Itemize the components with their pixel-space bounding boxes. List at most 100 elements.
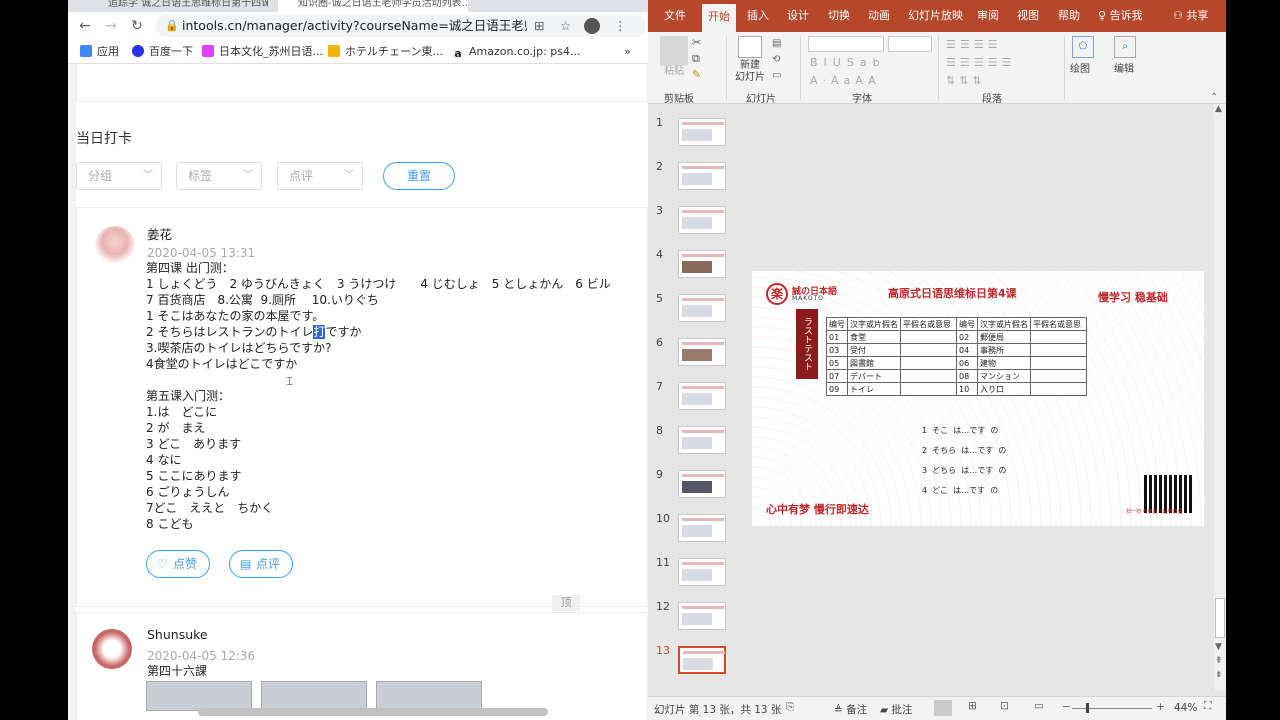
slide-thumbnail[interactable] bbox=[678, 162, 726, 190]
comments-button[interactable]: ▰ 批注 bbox=[880, 702, 912, 717]
back-to-top-button[interactable]: 顶 bbox=[552, 595, 580, 611]
direction-buttons[interactable]: ⇅⇅⇅ bbox=[946, 74, 986, 87]
new-slide-button[interactable]: 新建 幻灯片 bbox=[730, 60, 770, 84]
zoom-slider-thumb[interactable] bbox=[1086, 703, 1089, 713]
slide-sorter-icon[interactable]: ⊞ bbox=[968, 700, 977, 712]
browser-window: 追踪学 诚之日语王思维标日第十四课... 知识圈-诚之日语王老师学员活动列表..… bbox=[68, 0, 648, 720]
slide-thumbnail[interactable] bbox=[678, 382, 726, 410]
back-icon[interactable]: ← bbox=[76, 17, 94, 35]
slide-thumbnail[interactable] bbox=[678, 558, 726, 586]
collapse-ribbon-icon[interactable]: ⌃ bbox=[1210, 92, 1218, 103]
drawing-shapes-icon[interactable]: ⬠ bbox=[1072, 36, 1094, 58]
slide-thumbnail[interactable] bbox=[678, 294, 726, 322]
normal-view-icon[interactable] bbox=[934, 700, 952, 716]
slide-thumbnail[interactable] bbox=[678, 338, 726, 366]
bookmark-japanese-culture[interactable]: 日本文化_苏州日语... bbox=[202, 44, 323, 60]
slide-thumbnail[interactable] bbox=[678, 118, 726, 146]
editing-button[interactable]: 编辑 bbox=[1114, 60, 1134, 75]
slide-thumbnail[interactable] bbox=[678, 470, 726, 498]
bookmark-apps[interactable]: 应用 bbox=[80, 44, 119, 60]
group-divider bbox=[800, 36, 801, 100]
font-size-dropdown[interactable] bbox=[888, 36, 932, 52]
heart-icon: ♡ bbox=[157, 557, 168, 571]
tab-animations[interactable]: 动画 bbox=[868, 0, 890, 32]
previous-slide-icon[interactable]: ⇞ bbox=[1215, 656, 1223, 666]
tell-me-search[interactable]: ♀ 告诉我 bbox=[1098, 0, 1143, 32]
vertical-scrollbar[interactable]: ▲ ▼ ⇞ ⇟ bbox=[1214, 104, 1226, 690]
browser-tab-1[interactable]: 追踪学 诚之日语王思维标日第十四课... bbox=[88, 0, 268, 12]
bookmark-baidu[interactable]: 百度一下 bbox=[132, 44, 193, 60]
scrollbar-thumb[interactable] bbox=[1215, 598, 1225, 638]
layout-icon[interactable]: ▤ bbox=[772, 38, 781, 49]
current-slide[interactable]: 楽 誠の日本語 MAKOTO 高原式日语思维标日第4课 慢学习 稳基础 ラストテ… bbox=[752, 271, 1204, 526]
reload-icon[interactable]: ↻ bbox=[128, 17, 146, 35]
user-name[interactable]: 姜花 bbox=[147, 224, 172, 243]
scroll-up-icon[interactable]: ▲ bbox=[1215, 104, 1222, 114]
address-bar[interactable]: 🔒 intools.cn/manager/activity?courseName… bbox=[156, 15, 646, 37]
comment-button[interactable]: ▤ 点评 bbox=[229, 550, 293, 578]
copy-icon[interactable]: ⧉ bbox=[692, 52, 700, 66]
home-ribbon: 粘贴 ✂ ⧉ ✎ 剪贴板 新建 幻灯片 ▤ ⟲ ▭ 幻灯片 BIUSab A·A… bbox=[648, 32, 1226, 105]
font-family-dropdown[interactable] bbox=[808, 36, 884, 52]
star-icon[interactable]: ☆ bbox=[560, 15, 571, 37]
section-icon[interactable]: ▭ bbox=[772, 70, 781, 81]
group-select[interactable]: 分组 ﹀ bbox=[76, 162, 162, 190]
slide-thumbnail[interactable] bbox=[678, 514, 726, 542]
tab-slideshow[interactable]: 幻灯片放映 bbox=[908, 0, 963, 32]
post-image[interactable] bbox=[261, 681, 367, 711]
post-image[interactable] bbox=[376, 681, 482, 711]
fit-to-window-icon[interactable]: ⛶ bbox=[1204, 700, 1211, 713]
slide-thumbnail[interactable] bbox=[678, 602, 726, 630]
tab-help[interactable]: 帮助 bbox=[1058, 0, 1080, 32]
zoom-slider-track[interactable] bbox=[1072, 708, 1152, 709]
tab-review[interactable]: 审阅 bbox=[977, 0, 999, 32]
next-slide-icon[interactable]: ⇟ bbox=[1215, 670, 1223, 680]
tab-transitions[interactable]: 切换 bbox=[828, 0, 850, 32]
drawing-button[interactable]: 绘图 bbox=[1070, 60, 1090, 75]
cut-icon[interactable]: ✂ bbox=[692, 36, 701, 49]
tag-select[interactable]: 标签 ﹀ bbox=[176, 162, 262, 190]
share-button[interactable]: ⚇ 共享 bbox=[1173, 0, 1208, 32]
zoom-out-icon[interactable]: − bbox=[1062, 701, 1071, 713]
post-image[interactable] bbox=[146, 681, 252, 711]
slide-thumbnail-selected[interactable] bbox=[678, 646, 726, 674]
bookmarks-overflow-button[interactable]: » bbox=[624, 44, 631, 60]
tab-view[interactable]: 视图 bbox=[1017, 0, 1039, 32]
scroll-down-icon[interactable]: ▼ bbox=[1215, 642, 1222, 652]
post-line: 第四十六課 bbox=[147, 664, 208, 678]
new-slide-icon[interactable] bbox=[738, 36, 762, 58]
forward-icon[interactable]: → bbox=[102, 17, 120, 35]
tab-file[interactable]: 文件 bbox=[664, 0, 686, 32]
font-color-buttons[interactable]: A·AaAA bbox=[810, 74, 881, 87]
font-style-buttons[interactable]: BIUSab bbox=[810, 56, 886, 69]
translate-icon[interactable]: ⊞ bbox=[534, 15, 544, 37]
tab-insert[interactable]: 插入 bbox=[747, 0, 769, 32]
format-painter-icon[interactable]: ✎ bbox=[692, 68, 701, 81]
browser-tab-2[interactable]: 知识圈-诚之日语王老师学员活动列表... bbox=[278, 0, 468, 12]
apps-grid-icon bbox=[80, 45, 92, 57]
notes-button[interactable]: ≜ 备注 bbox=[834, 702, 867, 717]
slide-thumbnail[interactable] bbox=[678, 426, 726, 454]
bookmark-hotel[interactable]: ホテルチェーン東... bbox=[328, 44, 443, 60]
bookmark-amazon[interactable]: a Amazon.co.jp: ps4... bbox=[452, 44, 580, 60]
like-button[interactable]: ♡ 点赞 bbox=[146, 550, 210, 578]
align-buttons[interactable]: ☰☰☰☰☰ bbox=[946, 56, 1015, 69]
slide-thumbnail[interactable] bbox=[678, 250, 726, 278]
review-select[interactable]: 点评 ﹀ bbox=[277, 162, 363, 190]
spellcheck-icon[interactable]: ⎘ bbox=[786, 701, 794, 714]
menu-kebab-icon[interactable]: ⋮ bbox=[614, 15, 627, 37]
reading-view-icon[interactable]: ⊡ bbox=[1000, 700, 1009, 712]
profile-avatar[interactable] bbox=[584, 18, 600, 34]
user-name[interactable]: Shunsuke bbox=[147, 627, 208, 642]
tab-home[interactable]: 开始 bbox=[702, 4, 736, 32]
reset-button[interactable]: 重置 bbox=[383, 162, 455, 190]
reset-slide-icon[interactable]: ⟲ bbox=[772, 54, 780, 65]
zoom-in-icon[interactable]: + bbox=[1156, 701, 1165, 713]
horizontal-scrollbar[interactable] bbox=[198, 708, 548, 716]
slideshow-icon[interactable]: ▭ bbox=[1034, 700, 1044, 712]
zoom-level[interactable]: 44% bbox=[1174, 702, 1197, 714]
search-icon[interactable]: ⌕ bbox=[1114, 36, 1136, 58]
tab-design[interactable]: 设计 bbox=[787, 0, 809, 32]
slide-thumbnail[interactable] bbox=[678, 206, 726, 234]
list-buttons[interactable]: ☰☰☰☰ bbox=[946, 38, 1001, 51]
